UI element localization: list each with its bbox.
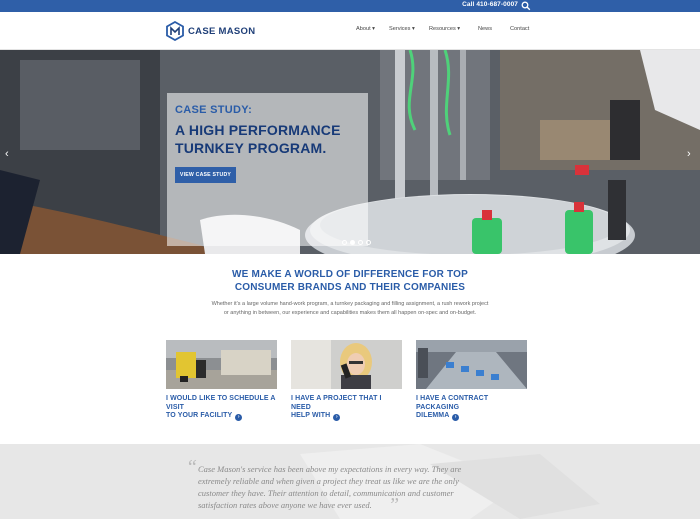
- testimonial-section: “ Case Mason's service has been above my…: [0, 444, 700, 519]
- arrow-circle-icon: ›: [452, 414, 460, 422]
- card-project-help[interactable]: I HAVE A PROJECT THAT I NEED HELP WITH ›: [291, 340, 402, 422]
- nav-resources[interactable]: Resources ▾: [429, 26, 460, 32]
- intro-text: Whether it's a large volume hand-work pr…: [200, 300, 500, 317]
- view-case-study-button[interactable]: VIEW CASE STUDY: [175, 167, 236, 183]
- case-study-eyebrow: CASE STUDY:: [175, 104, 253, 116]
- card-packaging-dilemma[interactable]: I HAVE A CONTRACT PACKAGING DILEMMA ›: [416, 340, 527, 422]
- intro-title-line-1: WE MAKE A WORLD OF DIFFERENCE FOR TOP: [232, 269, 468, 280]
- intro-title-line-2: CONSUMER BRANDS AND THEIR COMPANIES: [234, 281, 466, 293]
- slider-next-arrow[interactable]: ›: [687, 149, 695, 160]
- arrow-circle-icon: ›: [333, 414, 341, 422]
- slider-dot[interactable]: [366, 240, 371, 245]
- slider-dots: [342, 240, 371, 245]
- site-header: CASE MASON About ▾ Services ▾ Resources …: [0, 12, 700, 50]
- card-label-line-1: I WOULD LIKE TO SCHEDULE A VISIT: [166, 395, 276, 411]
- intro-title: WE MAKE A WORLD OF DIFFERENCE FOR TOP CO…: [190, 269, 510, 294]
- packaging-line-image: [416, 340, 527, 389]
- headline-line-1: A HIGH PERFORMANCE: [175, 122, 341, 138]
- card-schedule-visit[interactable]: I WOULD LIKE TO SCHEDULE A VISIT TO YOUR…: [166, 340, 277, 422]
- headline-line-2: TURNKEY PROGRAM.: [175, 140, 327, 156]
- call-phone-link[interactable]: Call 410-687-0007: [462, 1, 518, 8]
- woman-on-phone-image: [291, 340, 402, 389]
- card-label-line-1: I HAVE A PROJECT THAT I NEED: [291, 395, 382, 411]
- testimonial-quote: Case Mason's service has been above my e…: [198, 463, 498, 511]
- card-label-line-2: DILEMMA: [416, 412, 450, 420]
- card-label[interactable]: I HAVE A PROJECT THAT I NEED HELP WITH ›: [291, 395, 402, 422]
- arrow-circle-icon: ›: [235, 414, 243, 422]
- slider-dot[interactable]: [342, 240, 347, 245]
- card-label-line-1: I HAVE A CONTRACT PACKAGING: [416, 395, 489, 411]
- slider-dot[interactable]: [358, 240, 363, 245]
- quote-line-1: Case Mason's service has been above my e…: [198, 464, 462, 474]
- case-study-panel: CASE STUDY: A HIGH PERFORMANCE TURNKEY P…: [167, 93, 368, 246]
- quote-line-2: extremely reliable and when given a proj…: [198, 476, 459, 486]
- quote-line-4: satisfaction rates above anyone we have …: [198, 500, 372, 510]
- slider-prev-arrow[interactable]: ‹: [5, 149, 13, 160]
- warehouse-forklift-image: [166, 340, 277, 389]
- card-label[interactable]: I HAVE A CONTRACT PACKAGING DILEMMA ›: [416, 395, 527, 422]
- card-label[interactable]: I WOULD LIKE TO SCHEDULE A VISIT TO YOUR…: [166, 395, 277, 422]
- top-bar: Call 410-687-0007: [0, 0, 700, 12]
- card-label-line-2: TO YOUR FACILITY: [166, 412, 233, 420]
- case-study-headline: A HIGH PERFORMANCE TURNKEY PROGRAM.: [175, 121, 341, 157]
- hero-slider: ‹ › CASE STUDY: A HIGH PERFORMANCE TURNK…: [0, 50, 700, 254]
- intro-text-line-1: Whether it's a large volume hand-work pr…: [211, 301, 489, 307]
- brand-name: CASE MASON: [188, 25, 256, 37]
- intro-text-line-2: or anything in between, our experience a…: [223, 309, 477, 316]
- site-logo[interactable]: CASE MASON: [166, 20, 255, 42]
- close-quote-icon: ”: [388, 494, 400, 516]
- quote-line-3: customer they have. Their attention to d…: [198, 488, 454, 498]
- card-label-line-2: HELP WITH: [291, 412, 331, 420]
- nav-news[interactable]: News: [478, 26, 492, 32]
- open-quote-icon: “: [186, 456, 198, 478]
- hexagon-cm-logo-icon: [166, 21, 184, 41]
- nav-about[interactable]: About ▾: [356, 26, 375, 32]
- search-icon[interactable]: [521, 1, 531, 11]
- nav-services[interactable]: Services ▾: [389, 26, 415, 32]
- nav-contact[interactable]: Contact: [510, 26, 529, 32]
- slider-dot-active[interactable]: [350, 240, 355, 245]
